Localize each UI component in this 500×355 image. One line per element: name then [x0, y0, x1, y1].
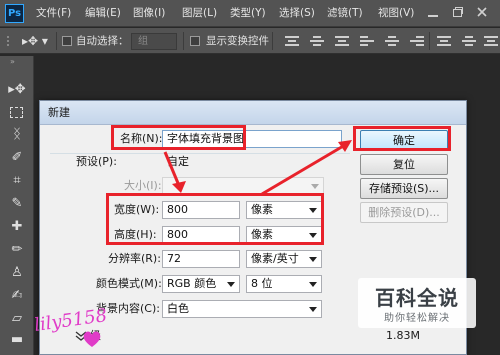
watermark-tagline: 助你轻松解决	[384, 313, 450, 324]
watermark-badge: 百科全说 助你轻松解决	[358, 278, 476, 328]
watermark-logo: 百科全说	[375, 286, 459, 310]
heart-icon	[82, 330, 102, 348]
